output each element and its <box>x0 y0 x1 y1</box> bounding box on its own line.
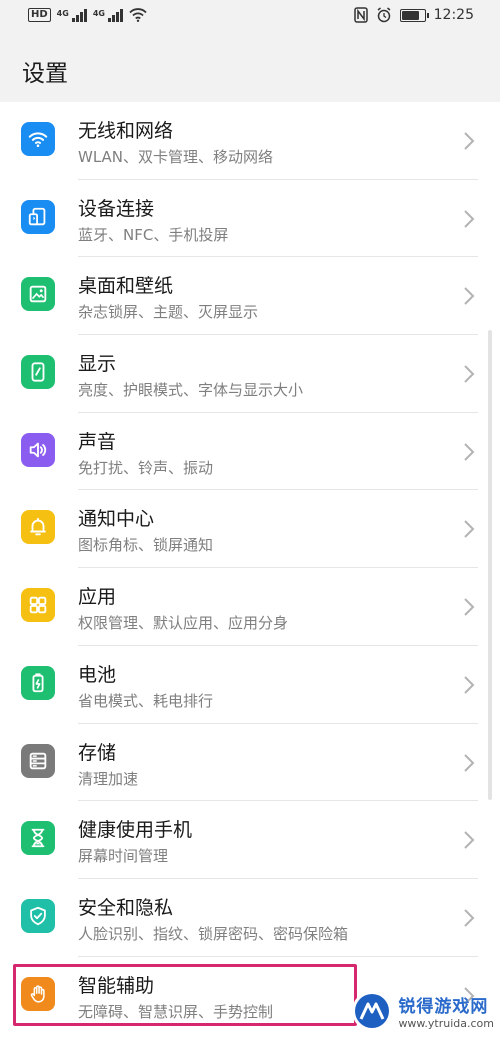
watermark-text: 锐得游戏网 www.ytruida.com <box>398 992 494 1030</box>
settings-item-title: 无线和网络 <box>78 120 174 142</box>
settings-item-subtitle: 人脸识别、指纹、锁屏密码、密码保险箱 <box>78 924 349 943</box>
settings-item-home-wallpaper[interactable]: 桌面和壁纸 杂志锁屏、主题、灭屏显示 <box>0 257 500 336</box>
settings-item-subtitle: 省电模式、耗电排行 <box>78 691 214 710</box>
display-icon <box>21 355 55 390</box>
watermark-url: www.ytruida.com <box>398 1017 494 1030</box>
settings-item-display[interactable]: 显示 亮度、护眼模式、字体与显示大小 <box>0 335 500 413</box>
wifi-icon <box>21 122 55 156</box>
watermark-name: 锐得游戏网 <box>398 997 489 1017</box>
chevron-right-icon <box>464 831 475 849</box>
notification-bell-icon <box>21 510 55 545</box>
settings-item-title: 声音 <box>78 430 117 453</box>
settings-item-subtitle: 权限管理、默认应用、应用分身 <box>78 614 289 633</box>
settings-item-sound[interactable]: 声音 免打扰、铃声、振动 <box>0 413 500 491</box>
settings-item-subtitle: 杂志锁屏、主题、灭屏显示 <box>78 303 259 322</box>
chevron-right-icon <box>464 132 475 150</box>
settings-item-device-connection[interactable]: 设备连接 蓝牙、NFC、手机投屏 <box>0 180 500 258</box>
settings-item-title: 存储 <box>78 741 117 764</box>
status-bar-left: HD 4G 4G <box>28 8 147 22</box>
network-type-1: 4G <box>56 8 69 18</box>
chevron-right-icon <box>464 365 475 383</box>
settings-item-title: 安全和隐私 <box>78 896 174 919</box>
wallpaper-icon <box>21 277 55 312</box>
watermark-logo-icon <box>352 991 393 1031</box>
chevron-right-icon <box>464 753 475 772</box>
settings-item-subtitle: 亮度、护眼模式、字体与显示大小 <box>78 381 304 400</box>
scrollbar[interactable] <box>488 330 492 800</box>
settings-item-subtitle: 清理加速 <box>78 769 139 788</box>
chevron-right-icon <box>464 209 475 228</box>
chevron-right-icon <box>464 520 475 539</box>
settings-item-wireless-network[interactable]: 无线和网络 WLAN、双卡管理、移动网络 <box>0 102 500 180</box>
apps-grid-icon <box>21 588 55 623</box>
chevron-right-icon <box>464 287 475 306</box>
status-bar-right: 12:25 <box>353 7 474 23</box>
highlight-box <box>13 964 357 1026</box>
battery-icon <box>21 665 55 700</box>
watermark: 锐得游戏网 www.ytruida.com <box>352 989 494 1033</box>
settings-item-storage[interactable]: 存储 清理加速 <box>0 724 500 802</box>
settings-item-subtitle: 图标角标、锁屏通知 <box>78 536 214 555</box>
settings-item-subtitle: 屏幕时间管理 <box>78 847 169 866</box>
settings-item-title: 应用 <box>78 586 117 609</box>
settings-item-title: 显示 <box>78 353 117 376</box>
settings-item-apps[interactable]: 应用 权限管理、默认应用、应用分身 <box>0 568 500 646</box>
status-bar: HD 4G 4G 12:25 <box>0 0 500 34</box>
shield-check-icon <box>21 898 55 933</box>
sound-icon <box>21 432 55 467</box>
settings-item-subtitle: 蓝牙、NFC、手机投屏 <box>78 225 229 244</box>
network-type-2: 4G <box>92 8 105 18</box>
chevron-right-icon <box>464 909 475 927</box>
settings-item-battery[interactable]: 电池 省电模式、耗电排行 <box>0 646 500 724</box>
settings-item-subtitle: WLAN、双卡管理、移动网络 <box>78 148 274 166</box>
storage-icon <box>21 743 55 778</box>
settings-item-security-privacy[interactable]: 安全和隐私 人脸识别、指纹、锁屏密码、密码保险箱 <box>0 879 500 957</box>
chevron-right-icon <box>464 598 475 616</box>
signal-icon-2: 4G <box>92 8 123 22</box>
page-title: 设置 <box>22 61 68 87</box>
header: 设置 <box>0 34 500 102</box>
device-connection-icon <box>21 199 55 234</box>
alarm-icon <box>377 7 391 23</box>
battery-status-icon <box>399 8 429 22</box>
signal-icon-1: 4G <box>56 8 87 22</box>
settings-item-title: 通知中心 <box>78 508 155 531</box>
status-time: 12:25 <box>433 7 474 23</box>
hd-badge: HD <box>28 8 51 22</box>
chevron-right-icon <box>464 676 475 694</box>
settings-item-title: 桌面和壁纸 <box>78 275 174 298</box>
settings-item-digital-wellbeing[interactable]: 健康使用手机 屏幕时间管理 <box>0 801 500 879</box>
wifi-status-icon <box>129 8 147 22</box>
settings-item-title: 设备连接 <box>78 197 155 220</box>
settings-list: 无线和网络 WLAN、双卡管理、移动网络 设备连接 蓝牙、NFC、手机投屏 桌面… <box>0 102 500 1034</box>
settings-item-title: 健康使用手机 <box>78 819 193 842</box>
settings-item-subtitle: 免打扰、铃声、振动 <box>78 458 214 477</box>
settings-item-title: 电池 <box>78 663 117 686</box>
nfc-icon <box>353 7 368 23</box>
settings-item-notification-center[interactable]: 通知中心 图标角标、锁屏通知 <box>0 490 500 569</box>
hourglass-icon <box>21 821 55 856</box>
chevron-right-icon <box>464 443 475 461</box>
